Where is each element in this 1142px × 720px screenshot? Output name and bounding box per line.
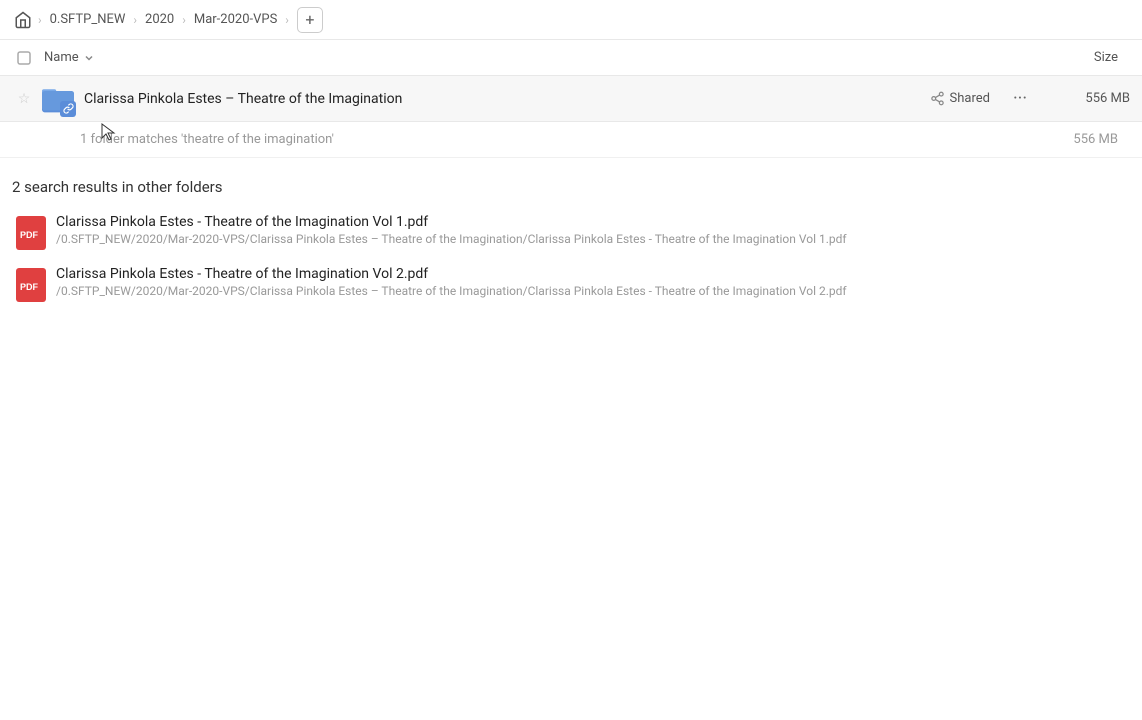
breadcrumb-item-mar[interactable]: Mar-2020-VPS <box>190 10 281 29</box>
result-text-1: Clarissa Pinkola Estes - Theatre of the … <box>56 214 847 246</box>
star-icon[interactable]: ☆ <box>12 87 36 111</box>
column-headers: Name Size <box>0 40 1142 76</box>
search-result-item-1[interactable]: PDF Clarissa Pinkola Estes - Theatre of … <box>4 206 1138 258</box>
select-all-checkbox[interactable] <box>12 46 36 70</box>
match-count-row: 1 folder matches 'theatre of the imagina… <box>0 122 1142 158</box>
pdf-icon-2: PDF <box>16 268 46 302</box>
shared-badge[interactable]: Shared <box>930 91 990 106</box>
link-overlay-icon <box>60 101 76 117</box>
add-breadcrumb-button[interactable]: + <box>297 7 323 33</box>
home-icon[interactable] <box>12 9 34 31</box>
size-column-header: Size <box>1038 50 1118 65</box>
shared-label: Shared <box>950 91 990 106</box>
result-path-2: /0.SFTP_NEW/2020/Mar-2020-VPS/Clarissa P… <box>56 284 847 298</box>
breadcrumb-sep-4: › <box>285 13 289 27</box>
other-folders-header: 2 search results in other folders <box>0 158 1142 206</box>
folder-row[interactable]: ☆ Clarissa Pinkola Estes – Theatre of th… <box>0 76 1142 122</box>
pdf-icon-1: PDF <box>16 216 46 250</box>
svg-text:PDF: PDF <box>20 230 39 240</box>
folder-name: Clarissa Pinkola Estes – Theatre of the … <box>84 91 930 107</box>
svg-text:PDF: PDF <box>20 282 39 292</box>
result-filename-2: Clarissa Pinkola Estes - Theatre of the … <box>56 266 847 282</box>
more-options-button[interactable]: ··· <box>1006 85 1034 113</box>
name-column-header[interactable]: Name <box>44 50 1038 65</box>
result-path-1: /0.SFTP_NEW/2020/Mar-2020-VPS/Clarissa P… <box>56 232 847 246</box>
breadcrumb: › 0.SFTP_NEW › 2020 › Mar-2020-VPS › + <box>0 0 1142 40</box>
match-size: 556 MB <box>1073 132 1118 147</box>
breadcrumb-sep-2: › <box>133 13 137 27</box>
search-result-item-2[interactable]: PDF Clarissa Pinkola Estes - Theatre of … <box>4 258 1138 310</box>
share-icon <box>930 91 945 106</box>
breadcrumb-sep-3: › <box>182 13 186 27</box>
folder-size: 556 MB <box>1050 91 1130 106</box>
result-filename-1: Clarissa Pinkola Estes - Theatre of the … <box>56 214 847 230</box>
breadcrumb-item-sftp[interactable]: 0.SFTP_NEW <box>46 10 130 29</box>
match-count-text: 1 folder matches 'theatre of the imagina… <box>80 132 334 147</box>
result-text-2: Clarissa Pinkola Estes - Theatre of the … <box>56 266 847 298</box>
folder-icon-wrapper <box>40 81 76 117</box>
breadcrumb-sep-1: › <box>38 13 42 27</box>
breadcrumb-item-2020[interactable]: 2020 <box>141 10 178 29</box>
